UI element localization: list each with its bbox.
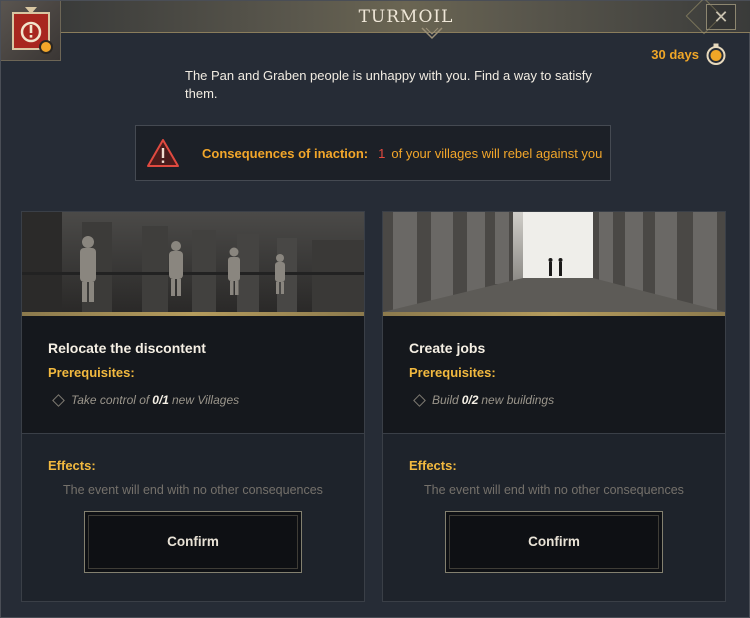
effects-text: The event will end with no other consequ… — [424, 483, 684, 497]
diamond-bullet-icon — [413, 393, 426, 407]
dialog-title: TURMOIL — [358, 7, 454, 27]
event-timer: 30 days — [651, 43, 727, 65]
prerequisite-item: Take control of 0/1 new Villages — [52, 393, 240, 407]
rebel-village-count: 1 — [378, 145, 386, 161]
warning-triangle-icon — [147, 139, 179, 167]
prerequisite-item: Build 0/2 new buildings — [413, 393, 555, 407]
prereq-suffix: new Villages — [171, 393, 240, 407]
close-button[interactable]: ✕ — [706, 4, 736, 30]
option-card-relocate: Relocate the discontent Prerequisites: T… — [21, 211, 365, 602]
effects-text: The event will end with no other consequ… — [63, 483, 323, 497]
option-title: Create jobs — [409, 340, 486, 356]
close-icon: ✕ — [713, 7, 729, 27]
confirm-button-jobs[interactable]: Confirm — [445, 511, 663, 573]
event-description: The Pan and Graben people is unhappy wit… — [185, 68, 592, 101]
prereq-prefix: Build — [432, 393, 459, 407]
title-notch-icon — [421, 27, 443, 40]
effects-label: Effects: — [409, 458, 457, 473]
prereq-progress: 0/1 — [152, 393, 169, 407]
option-title: Relocate the discontent — [48, 340, 206, 356]
confirm-button-relocate[interactable]: Confirm — [84, 511, 302, 573]
option-image-jobs — [383, 212, 725, 312]
option-card-jobs: Create jobs Prerequisites: Build 0/2 new… — [382, 211, 726, 602]
title-bar: TURMOIL — [61, 1, 750, 40]
prereq-progress: 0/2 — [461, 393, 479, 407]
effects-label: Effects: — [48, 458, 96, 473]
option-image-relocate — [22, 212, 364, 312]
prerequisites-label: Prerequisites: — [409, 365, 496, 380]
timer-label: 30 days — [651, 46, 699, 62]
turmoil-dialog: TURMOIL ✕ 30 days The Pan and Graben peo… — [0, 0, 750, 618]
prereq-prefix: Take control of — [71, 393, 150, 407]
confirm-label: Confirm — [167, 534, 219, 549]
consequences-panel: Consequences of inaction: 1 of your vill… — [135, 125, 611, 181]
consequences-text: of your villages will rebel against you — [391, 145, 603, 161]
prerequisites-label: Prerequisites: — [48, 365, 135, 380]
prereq-suffix: new buildings — [481, 393, 555, 407]
consequences-label: Consequences of inaction: — [202, 145, 369, 161]
alert-badge-icon — [1, 1, 61, 61]
diamond-bullet-icon — [52, 393, 65, 407]
confirm-label: Confirm — [528, 534, 580, 549]
stopwatch-icon — [706, 43, 726, 65]
